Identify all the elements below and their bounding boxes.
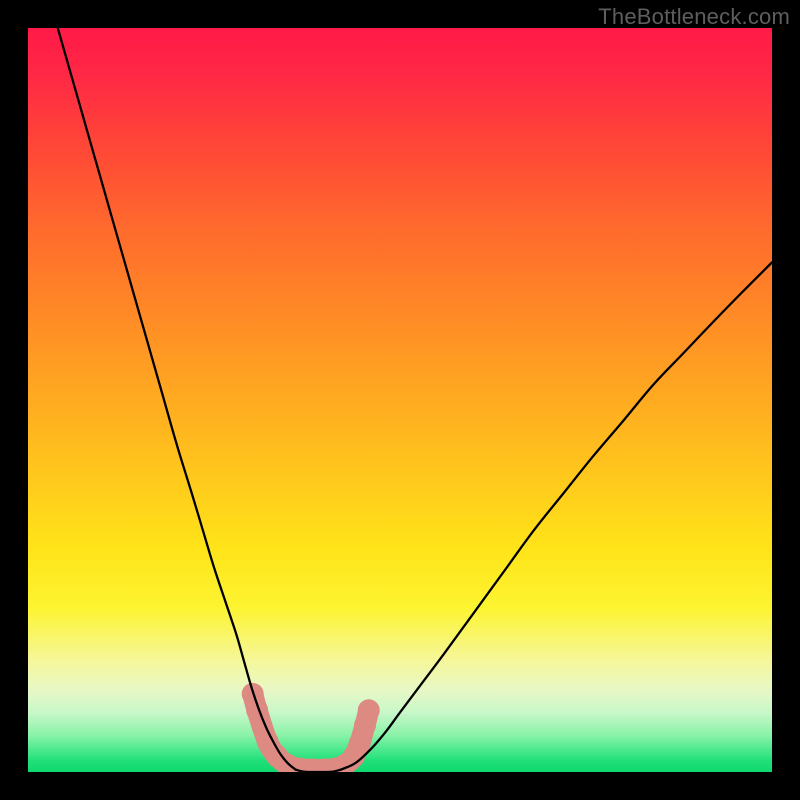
- curve-right-branch: [340, 262, 772, 769]
- curve-group: [58, 28, 772, 772]
- chart-svg: [28, 28, 772, 772]
- highlight-dot: [358, 699, 380, 721]
- watermark-text: TheBottleneck.com: [598, 4, 790, 30]
- curve-left-branch: [58, 28, 296, 770]
- chart-frame: TheBottleneck.com: [0, 0, 800, 800]
- plot-area: [28, 28, 772, 772]
- highlight-markers: [242, 683, 380, 772]
